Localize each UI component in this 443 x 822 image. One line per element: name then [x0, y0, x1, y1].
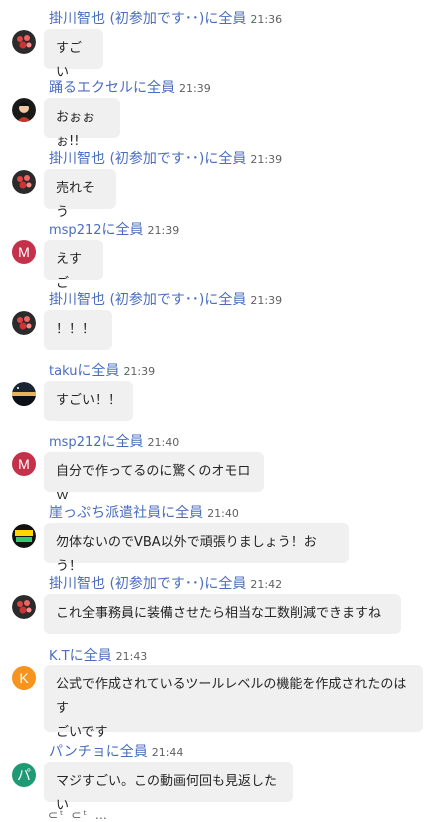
- message-bubble[interactable]: すごい！！: [44, 381, 133, 421]
- mention-tag[interactable]: に全員: [204, 576, 246, 592]
- timestamp: 21:42: [250, 578, 283, 591]
- mention-tag[interactable]: に全員: [102, 222, 144, 238]
- message-header: パンチョに全員 21:44: [49, 741, 183, 761]
- mention-tag[interactable]: に全員: [106, 744, 148, 760]
- user-avatar[interactable]: [12, 170, 36, 194]
- sender-name[interactable]: 踊るエクセル: [49, 80, 133, 96]
- sender-name[interactable]: パンチョ: [49, 744, 106, 760]
- message-text-line: 公式で作成されているツールレベルの機能を作成されたのはす: [56, 677, 407, 716]
- message-bubble[interactable]: マジすごい。この動画何回も見返したい: [44, 762, 293, 813]
- reaction-bar[interactable]: ⊂ᵗ ⊂ᵗ …: [48, 808, 109, 822]
- message-header: takuに全員 21:39: [49, 360, 155, 380]
- user-avatar[interactable]: M: [12, 240, 36, 264]
- mention-tag[interactable]: に全員: [161, 505, 203, 521]
- message-header: 崖っぷち派遣社員に全員 21:40: [49, 502, 239, 522]
- sender-name[interactable]: 掛川智也 (初参加です･･): [49, 151, 204, 167]
- timestamp: 21:39: [123, 365, 156, 378]
- message-bubble[interactable]: えすご: [44, 240, 103, 291]
- message-header: K.Tに全員 21:43: [49, 645, 147, 665]
- mention-tag[interactable]: に全員: [204, 292, 246, 308]
- sender-name[interactable]: msp212: [49, 223, 102, 238]
- user-avatar[interactable]: [12, 524, 36, 548]
- timestamp: 21:44: [151, 746, 184, 759]
- user-avatar[interactable]: [12, 595, 36, 619]
- sender-name[interactable]: K.T: [49, 649, 70, 664]
- message-header: 掛川智也 (初参加です･･)に全員 21:39: [49, 289, 282, 309]
- timestamp: 21:36: [250, 13, 283, 26]
- sender-name[interactable]: 掛川智也 (初参加です･･): [49, 576, 204, 592]
- message-bubble[interactable]: 公式で作成されているツールレベルの機能を作成されたのはす ごいです: [44, 665, 423, 740]
- timestamp: 21:39: [147, 224, 180, 237]
- timestamp: 21:39: [250, 294, 283, 307]
- mention-tag[interactable]: に全員: [70, 648, 112, 664]
- message-header: 掛川智也 (初参加です･･)に全員 21:42: [49, 573, 282, 593]
- sender-name[interactable]: msp212: [49, 435, 102, 450]
- mention-tag[interactable]: に全員: [204, 11, 246, 27]
- message-bubble[interactable]: すごい: [44, 29, 103, 80]
- message-header: msp212に全員 21:40: [49, 431, 179, 451]
- message-bubble[interactable]: 売れそう: [44, 169, 116, 220]
- timestamp: 21:43: [115, 650, 148, 663]
- user-avatar[interactable]: [12, 98, 36, 122]
- mention-tag[interactable]: に全員: [102, 434, 144, 450]
- message-header: msp212に全員 21:39: [49, 219, 179, 239]
- mention-tag[interactable]: に全員: [77, 363, 119, 379]
- message-bubble[interactable]: これ全事務員に装備させたら相当な工数削減できますね: [44, 594, 401, 634]
- timestamp: 21:39: [250, 153, 283, 166]
- mention-tag[interactable]: に全員: [133, 80, 175, 96]
- message-bubble[interactable]: おぉぉぉ!!: [44, 98, 120, 149]
- sender-name[interactable]: 掛川智也 (初参加です･･): [49, 11, 204, 27]
- message-header: 踊るエクセルに全員 21:39: [49, 77, 211, 97]
- user-avatar[interactable]: [12, 382, 36, 406]
- message-bubble[interactable]: 自分で作ってるのに驚くのオモロｗ: [44, 452, 264, 503]
- user-avatar[interactable]: M: [12, 452, 36, 476]
- message-bubble[interactable]: ！！！: [44, 310, 112, 350]
- message-header: 掛川智也 (初参加です･･)に全員 21:39: [49, 148, 282, 168]
- user-avatar[interactable]: パ: [12, 763, 36, 787]
- user-avatar[interactable]: K: [12, 666, 36, 690]
- user-avatar[interactable]: [12, 30, 36, 54]
- user-avatar[interactable]: [12, 311, 36, 335]
- message-header: 掛川智也 (初参加です･･)に全員 21:36: [49, 8, 282, 28]
- sender-name[interactable]: 崖っぷち派遣社員: [49, 505, 161, 521]
- sender-name[interactable]: taku: [49, 364, 77, 379]
- mention-tag[interactable]: に全員: [204, 151, 246, 167]
- timestamp: 21:39: [179, 82, 211, 95]
- sender-name[interactable]: 掛川智也 (初参加です･･): [49, 292, 204, 308]
- message-bubble[interactable]: 勿体ないのでVBA以外で頑張りましょう！おう！: [44, 523, 349, 574]
- timestamp: 21:40: [147, 436, 180, 449]
- timestamp: 21:40: [207, 507, 239, 520]
